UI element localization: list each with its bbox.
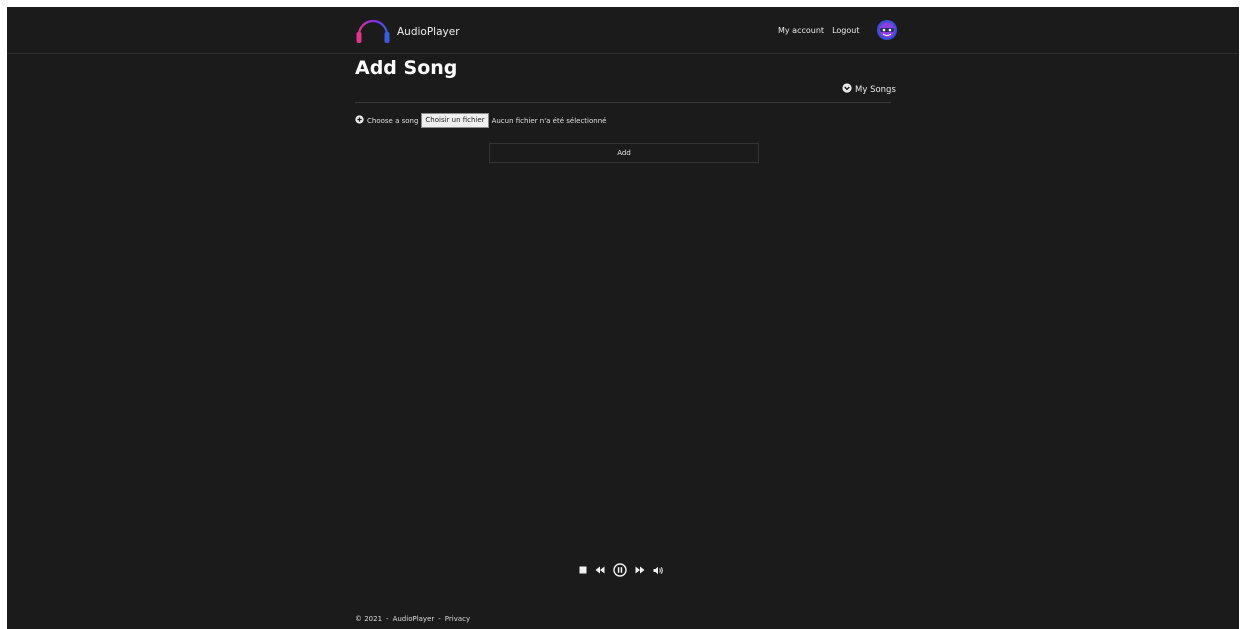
logout-link[interactable]: Logout bbox=[831, 24, 860, 37]
audio-player-controls bbox=[579, 563, 664, 577]
song-file-row: Choose a song Choisir un fichier Aucun f… bbox=[355, 113, 606, 128]
pause-icon[interactable] bbox=[613, 563, 627, 577]
file-status-text: Aucun fichier n'a été sélectionné bbox=[491, 116, 607, 125]
nav-right: My account Logout bbox=[777, 19, 898, 41]
brand-name: AudioPlayer bbox=[397, 26, 460, 38]
footer-separator: - bbox=[386, 615, 389, 623]
app-viewport: AudioPlayer My account Logout Add Song M… bbox=[7, 7, 1239, 629]
choose-song-label: Choose a song bbox=[367, 116, 419, 125]
stop-icon[interactable] bbox=[579, 566, 587, 574]
footer: © 2021 - AudioPlayer - Privacy bbox=[355, 615, 470, 623]
choose-file-button[interactable]: Choisir un fichier bbox=[421, 113, 489, 128]
user-avatar-icon[interactable] bbox=[876, 19, 898, 41]
plus-circle-icon bbox=[355, 115, 364, 126]
footer-separator: - bbox=[438, 615, 441, 623]
footer-privacy-link[interactable]: Privacy bbox=[445, 615, 470, 623]
brand[interactable]: AudioPlayer bbox=[355, 15, 460, 49]
my-songs-label: My Songs bbox=[855, 84, 896, 95]
chevron-down-circle-icon bbox=[842, 83, 852, 96]
footer-brand-link[interactable]: AudioPlayer bbox=[393, 615, 435, 623]
divider bbox=[355, 102, 891, 103]
my-songs-link[interactable]: My Songs bbox=[842, 83, 896, 96]
footer-copyright: © 2021 bbox=[355, 615, 383, 623]
fast-forward-icon[interactable] bbox=[635, 566, 645, 574]
page-title: Add Song bbox=[355, 57, 458, 79]
my-account-link[interactable]: My account bbox=[777, 24, 825, 37]
volume-icon[interactable] bbox=[653, 566, 664, 575]
add-button[interactable]: Add bbox=[489, 143, 759, 163]
rewind-icon[interactable] bbox=[595, 566, 605, 574]
headphones-waveform-icon bbox=[355, 15, 391, 49]
navbar: AudioPlayer My account Logout bbox=[7, 7, 1239, 54]
